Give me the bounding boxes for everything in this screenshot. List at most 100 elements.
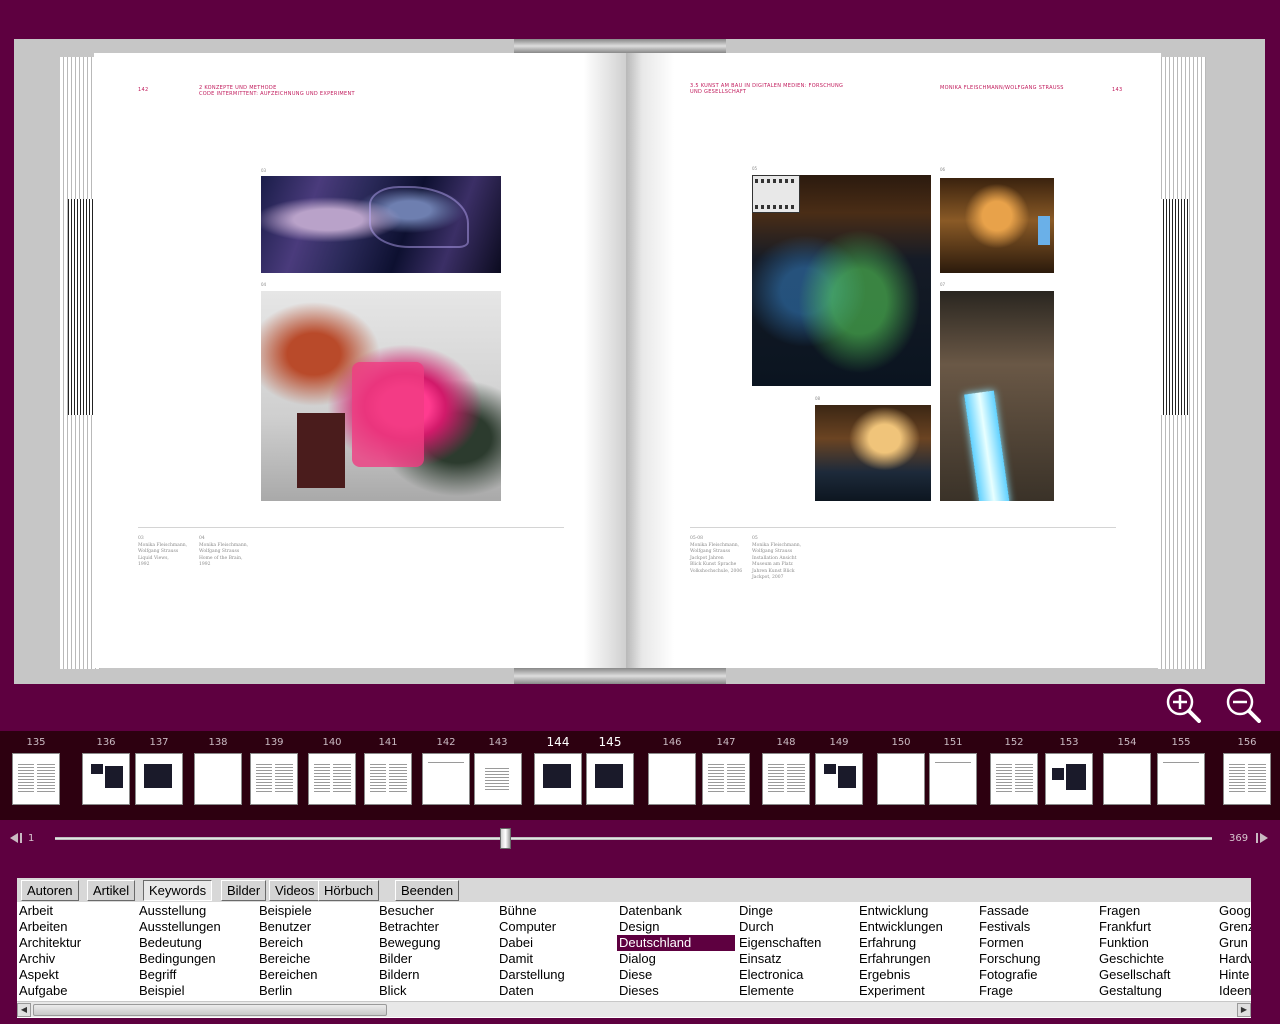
keyword-item[interactable]: Funktion [1097, 935, 1149, 951]
thumbnail-page[interactable] [877, 753, 925, 805]
keyword-item[interactable]: Festivals [977, 919, 1030, 935]
thumbnail-page[interactable] [815, 753, 863, 805]
tab-hoerbuch[interactable]: Hörbuch [318, 880, 380, 901]
keyword-item[interactable]: Frankfurt [1097, 919, 1151, 935]
book-viewer[interactable]: 142 2 KONZEPTE UND METHODE CODE INTERMIT… [14, 39, 1265, 684]
keyword-item[interactable]: Dabei [497, 935, 533, 951]
thumbnail-page[interactable] [422, 753, 470, 805]
scrollbar-thumb[interactable] [33, 1004, 387, 1016]
thumbnail-page[interactable] [586, 753, 634, 805]
keyword-item[interactable]: Frage [977, 983, 1013, 999]
keyword-item[interactable]: Arbeiten [17, 919, 67, 935]
keyword-item[interactable]: Deutschland [617, 935, 735, 951]
thumbnail-page[interactable] [1045, 753, 1093, 805]
keyword-item[interactable]: Ausstellungen [137, 919, 221, 935]
thumbnail-page[interactable] [364, 753, 412, 805]
thumbnail-page[interactable] [194, 753, 242, 805]
keyword-item[interactable]: Design [617, 919, 659, 935]
keyword-item[interactable]: Aufgabe [17, 983, 67, 999]
thumbnail-page[interactable] [135, 753, 183, 805]
keyword-item[interactable]: Einsatz [737, 951, 782, 967]
keyword-item[interactable]: Bedeutung [137, 935, 202, 951]
keyword-item[interactable]: Ergebnis [857, 967, 910, 983]
tab-bilder[interactable]: Bilder [221, 880, 267, 901]
keyword-item[interactable]: Benutzer [257, 919, 311, 935]
keyword-item[interactable]: Grun [1217, 935, 1248, 951]
keyword-item[interactable]: Experiment [857, 983, 925, 999]
tab-beenden[interactable]: Beenden [395, 880, 460, 901]
keyword-item[interactable]: Bewegung [377, 935, 440, 951]
tab-videos[interactable]: Videos [269, 880, 321, 901]
thumbnail-page[interactable] [929, 753, 977, 805]
keyword-item[interactable]: Ausstellung [137, 903, 206, 919]
keyword-item[interactable]: Betrachter [377, 919, 439, 935]
keyword-item[interactable]: Architektur [17, 935, 81, 951]
thumbnail-page[interactable] [250, 753, 298, 805]
zoom-in-button[interactable] [1163, 687, 1203, 723]
keyword-item[interactable]: Grenz [1217, 919, 1251, 935]
thumbnail-strip[interactable]: 135 136 137 138 139 140 141 142 143 144 145 146 147 1… [0, 731, 1280, 820]
thumbnail-page[interactable] [762, 753, 810, 805]
keyword-item[interactable]: Dieses [617, 983, 659, 999]
thumbnail-page[interactable] [1103, 753, 1151, 805]
keyword-item[interactable]: Aspekt [17, 967, 59, 983]
keyword-item[interactable]: Dinge [737, 903, 773, 919]
keyword-item[interactable]: Bildern [377, 967, 419, 983]
tab-keywords[interactable]: Keywords [143, 880, 213, 901]
keyword-item[interactable]: Ideen [1217, 983, 1251, 999]
scroll-right-icon[interactable]: ▶ [1237, 1003, 1251, 1017]
keyword-item[interactable]: Arbeit [17, 903, 53, 919]
keyword-item[interactable]: Hardv [1217, 951, 1251, 967]
keyword-item[interactable]: Electronica [737, 967, 803, 983]
keyword-item[interactable]: Bedingungen [137, 951, 216, 967]
book-page-right[interactable]: 3.5 KUNST AM BAU IN DIGITALEN MEDIEN: FO… [626, 53, 1161, 668]
keyword-item[interactable]: Fassade [977, 903, 1029, 919]
keyword-item[interactable]: Fotografie [977, 967, 1038, 983]
thumbnail-page[interactable] [82, 753, 130, 805]
thumbnail-page[interactable] [308, 753, 356, 805]
thumbnail-page[interactable] [648, 753, 696, 805]
keyword-item[interactable]: Blick [377, 983, 406, 999]
zoom-out-button[interactable] [1223, 687, 1263, 723]
keyword-item[interactable]: Datenbank [617, 903, 682, 919]
keyword-item[interactable]: Bereich [257, 935, 303, 951]
keyword-item[interactable]: Gestaltung [1097, 983, 1162, 999]
keyword-item[interactable]: Durch [737, 919, 774, 935]
thumbnail-page[interactable] [12, 753, 60, 805]
first-page-icon[interactable] [8, 832, 24, 844]
page-slider-handle[interactable] [500, 828, 512, 849]
keyword-item[interactable]: Bereichen [257, 967, 318, 983]
keyword-item[interactable]: Berlin [257, 983, 292, 999]
last-page-icon[interactable] [1254, 832, 1270, 844]
keyword-item[interactable]: Erfahrung [857, 935, 916, 951]
keyword-item[interactable]: Bühne [497, 903, 537, 919]
scroll-left-icon[interactable]: ◀ [17, 1003, 31, 1017]
thumbnail-page[interactable] [990, 753, 1038, 805]
keyword-item[interactable]: Begriff [137, 967, 176, 983]
tab-autoren[interactable]: Autoren [21, 880, 79, 901]
keyword-item[interactable]: Dialog [617, 951, 656, 967]
keyword-item[interactable]: Formen [977, 935, 1024, 951]
keyword-item[interactable]: Besucher [377, 903, 434, 919]
keyword-item[interactable]: Archiv [17, 951, 55, 967]
thumbnail-page[interactable] [1223, 753, 1271, 805]
keyword-item[interactable]: Damit [497, 951, 533, 967]
keyword-item[interactable]: Diese [617, 967, 652, 983]
keyword-item[interactable]: Darstellung [497, 967, 565, 983]
keyword-item[interactable]: Beispiel [137, 983, 185, 999]
thumbnail-page[interactable] [534, 753, 582, 805]
thumbnail-page[interactable] [474, 753, 522, 805]
keyword-item[interactable]: Entwicklung [857, 903, 928, 919]
book-page-left[interactable]: 142 2 KONZEPTE UND METHODE CODE INTERMIT… [94, 53, 626, 668]
keyword-item[interactable]: Bilder [377, 951, 412, 967]
keyword-item[interactable]: Forschung [977, 951, 1040, 967]
keyword-item[interactable]: Fragen [1097, 903, 1140, 919]
keyword-item[interactable]: Beispiele [257, 903, 312, 919]
keyword-item[interactable]: Gesellschaft [1097, 967, 1171, 983]
keyword-item[interactable]: Daten [497, 983, 534, 999]
keyword-item[interactable]: Hinte [1217, 967, 1249, 983]
keyword-item[interactable]: Entwicklungen [857, 919, 943, 935]
keyword-item[interactable]: Eigenschaften [737, 935, 821, 951]
thumbnail-page[interactable] [702, 753, 750, 805]
keyword-item[interactable]: Elemente [737, 983, 794, 999]
